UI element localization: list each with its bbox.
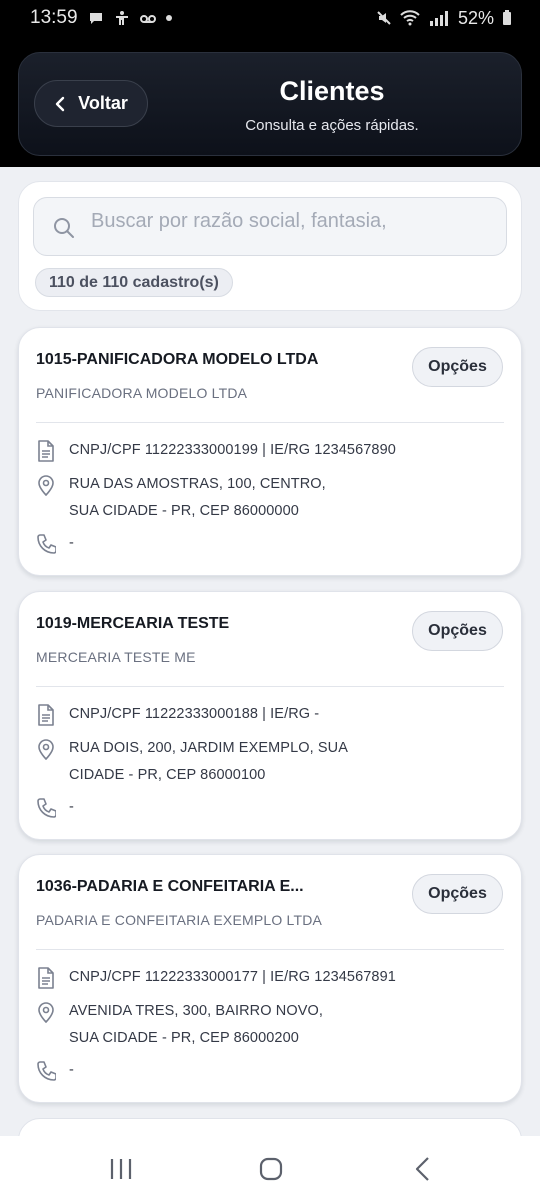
phone-icon <box>37 534 56 554</box>
client-address: AVENIDA TRES, 300, BAIRRO NOVO, SUA CIDAD… <box>69 998 323 1052</box>
status-time: 13:59 <box>30 7 78 28</box>
client-title: 1015-PANIFICADORA MODELO LTDA <box>36 351 319 368</box>
divider <box>36 686 504 687</box>
client-document: CNPJ/CPF 11222333000177 | IE/RG 12345678… <box>69 969 396 985</box>
address-line-1: RUA DOIS, 200, JARDIM EXEMPLO, SUA <box>69 740 348 756</box>
client-phone: - <box>69 1062 74 1078</box>
location-pin-icon <box>38 739 54 760</box>
client-trade-name: MERCEARIA TESTE ME <box>36 649 196 665</box>
client-address-row: RUA DAS AMOSTRAS, 100, CENTRO, SUA CIDADE… <box>36 474 326 525</box>
client-title: 1019-MERCEARIA TESTE <box>36 615 230 632</box>
phone-icon <box>37 1061 56 1081</box>
client-card[interactable]: 1019-MERCEARIA TESTE MERCEARIA TESTE ME … <box>18 591 522 840</box>
client-title: 1036-PADARIA E CONFEITARIA E... <box>36 878 304 895</box>
chat-bubble-icon <box>89 13 102 24</box>
client-phone: - <box>69 799 74 815</box>
options-button[interactable]: Opções <box>412 611 503 651</box>
client-trade-name: PADARIA E CONFEITARIA EXEMPLO LTDA <box>36 912 323 928</box>
options-button[interactable]: Opções <box>412 874 503 914</box>
client-document-row: CNPJ/CPF 11222333000199 | IE/RG 12345678… <box>36 440 396 464</box>
document-icon <box>38 440 54 462</box>
address-line-2: CIDADE - PR, CEP 86000100 <box>69 767 266 783</box>
battery-icon <box>503 10 511 25</box>
client-document: CNPJ/CPF 11222333000188 | IE/RG - <box>69 706 320 722</box>
client-phone-row: - <box>36 797 74 821</box>
back-button-label: Voltar <box>78 93 128 113</box>
client-trade-name: PANIFICADORA MODELO LTDA <box>36 385 248 401</box>
document-icon <box>38 967 54 989</box>
notification-dot <box>165 15 172 21</box>
battery-percent: 52% <box>457 7 494 28</box>
client-phone: - <box>69 535 74 551</box>
search-placeholder: Buscar por razão social, fantasia, <box>91 210 387 232</box>
divider <box>36 422 504 423</box>
search-icon <box>54 218 74 238</box>
recent-apps-icon[interactable] <box>108 1156 134 1182</box>
accessibility-icon <box>115 11 128 25</box>
address-line-1: AVENIDA TRES, 300, BAIRRO NOVO, <box>69 1003 323 1019</box>
client-card[interactable]: 1036-PADARIA E CONFEITARIA E... PADARIA … <box>18 854 522 1103</box>
client-document-row: CNPJ/CPF 11222333000177 | IE/RG 12345678… <box>36 967 396 991</box>
back-nav-icon[interactable] <box>410 1156 436 1182</box>
location-pin-icon <box>38 1002 54 1023</box>
client-phone-row: - <box>36 1060 74 1084</box>
search-input[interactable]: Buscar por razão social, fantasia, <box>33 197 507 256</box>
divider <box>36 949 504 950</box>
client-document: CNPJ/CPF 11222333000199 | IE/RG 12345678… <box>69 442 396 458</box>
signal-icon <box>429 11 448 26</box>
result-count-badge: 110 de 110 cadastro(s) <box>35 268 233 297</box>
home-icon[interactable] <box>258 1156 284 1182</box>
chevron-left-icon <box>55 96 65 111</box>
client-address: RUA DOIS, 200, JARDIM EXEMPLO, SUA CIDADE… <box>69 735 348 789</box>
back-button[interactable]: Voltar <box>34 80 148 127</box>
wifi-icon <box>400 10 420 26</box>
options-button[interactable]: Opções <box>412 347 503 387</box>
location-pin-icon <box>38 475 54 496</box>
client-phone-row: - <box>36 533 74 557</box>
client-address-row: AVENIDA TRES, 300, BAIRRO NOVO, SUA CIDAD… <box>36 1001 323 1052</box>
client-address-row: RUA DOIS, 200, JARDIM EXEMPLO, SUA CIDADE… <box>36 738 348 789</box>
page-title: Clientes <box>279 76 385 106</box>
address-line-2: SUA CIDADE - PR, CEP 86000200 <box>69 1030 299 1046</box>
phone-icon <box>37 798 56 818</box>
address-line-1: RUA DAS AMOSTRAS, 100, CENTRO, <box>69 476 326 492</box>
client-card[interactable]: 1015-PANIFICADORA MODELO LTDA PANIFICADO… <box>18 327 522 576</box>
address-line-2: SUA CIDADE - PR, CEP 86000000 <box>69 503 299 519</box>
navigation-bar <box>0 1136 540 1204</box>
client-address: RUA DAS AMOSTRAS, 100, CENTRO, SUA CIDADE… <box>69 471 326 525</box>
status-bar: 13:59 52% <box>0 0 540 36</box>
mute-icon <box>377 11 391 25</box>
page-subtitle: Consulta e ações rápidas. <box>245 117 419 134</box>
document-icon <box>38 704 54 726</box>
client-document-row: CNPJ/CPF 11222333000188 | IE/RG - <box>36 704 319 728</box>
voicemail-icon <box>139 15 156 23</box>
